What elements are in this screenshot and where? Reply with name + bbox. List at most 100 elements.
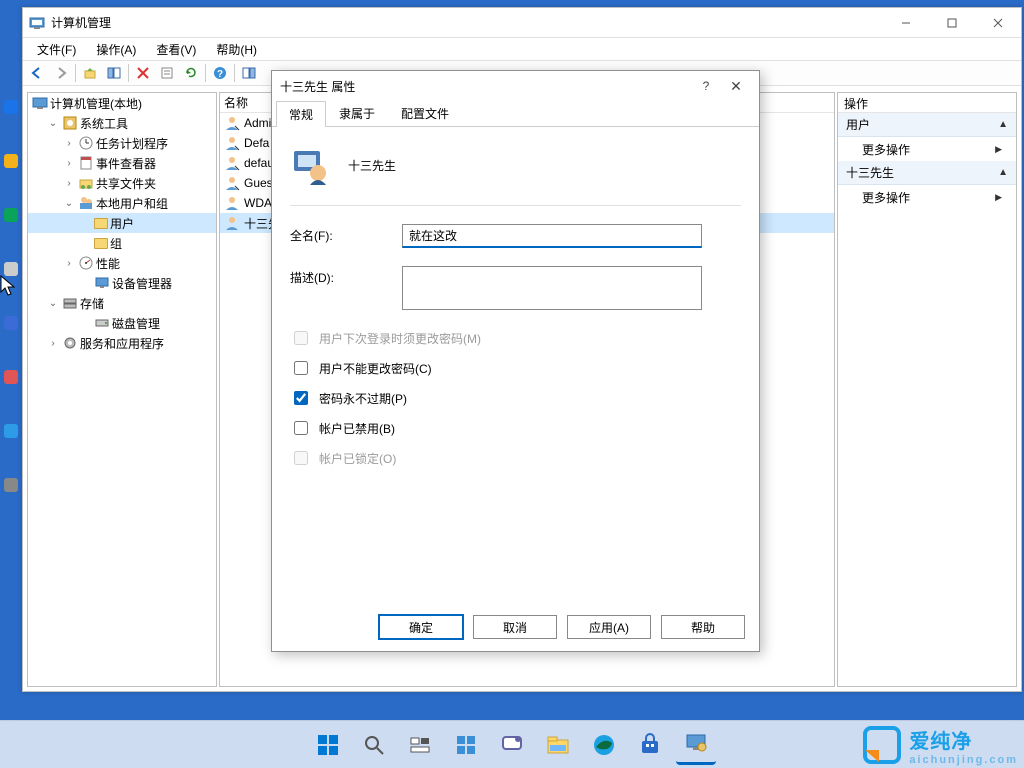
minimize-button[interactable] (883, 8, 929, 37)
tree-performance[interactable]: › 性能 (28, 253, 216, 273)
chat-button[interactable] (492, 725, 532, 765)
fullname-input[interactable] (402, 224, 702, 248)
column-name[interactable]: 名称 (224, 94, 248, 111)
desktop-shortcut[interactable] (4, 262, 18, 276)
tree-label: 存储 (80, 295, 104, 312)
list-item-label: defau (244, 156, 274, 170)
tab-member-of[interactable]: 隶属于 (326, 100, 388, 126)
checkbox-label: 用户下次登录时须更改密码(M) (319, 330, 481, 347)
tree-label: 性能 (96, 255, 120, 272)
dialog-help-button[interactable]: ? (691, 79, 721, 93)
tree-storage[interactable]: ⌄ 存储 (28, 293, 216, 313)
submenu-arrow-icon: ▶ (995, 144, 1002, 155)
apply-button[interactable]: 应用(A) (567, 615, 651, 639)
edge-button[interactable] (584, 725, 624, 765)
collapse-icon[interactable]: ⌄ (62, 198, 76, 209)
collapse-arrow-icon[interactable]: ▲ (998, 119, 1008, 130)
tree-disk-management[interactable]: 磁盘管理 (28, 313, 216, 333)
action-more-users[interactable]: 更多操作 ▶ (838, 137, 1016, 161)
watermark-icon (861, 724, 903, 766)
folder-icon (94, 218, 108, 229)
menu-action[interactable]: 操作(A) (86, 39, 146, 60)
dialog-titlebar[interactable]: 十三先生 属性 ? ✕ (272, 71, 759, 101)
tree-users[interactable]: 用户 (28, 213, 216, 233)
tab-profile[interactable]: 配置文件 (388, 100, 462, 126)
checkbox[interactable] (294, 421, 308, 435)
forward-button[interactable] (49, 62, 73, 84)
titlebar[interactable]: 计算机管理 (23, 8, 1021, 38)
window-title: 计算机管理 (51, 14, 883, 31)
expand-icon[interactable]: › (62, 138, 76, 149)
close-button[interactable] (975, 8, 1021, 37)
description-input[interactable] (402, 266, 702, 310)
tree-device-manager[interactable]: 设备管理器 (28, 273, 216, 293)
desktop-shortcut[interactable] (4, 208, 18, 222)
tab-general[interactable]: 常规 (276, 101, 326, 127)
desktop-shortcut[interactable] (4, 100, 18, 114)
desktop-shortcut[interactable] (4, 316, 18, 330)
desktop-shortcut[interactable] (4, 478, 18, 492)
user-properties-dialog: 十三先生 属性 ? ✕ 常规 隶属于 配置文件 十三先生 全名(F): 描述(D… (271, 70, 760, 652)
delete-button[interactable] (131, 62, 155, 84)
checkbox[interactable] (294, 361, 308, 375)
maximize-button[interactable] (929, 8, 975, 37)
back-button[interactable] (25, 62, 49, 84)
help-button[interactable]: ? (208, 62, 232, 84)
dialog-close-button[interactable]: ✕ (721, 78, 751, 95)
expand-icon[interactable]: › (62, 158, 76, 169)
checkbox (294, 331, 308, 345)
widgets-button[interactable] (446, 725, 486, 765)
action-more-selected[interactable]: 更多操作 ▶ (838, 185, 1016, 209)
up-button[interactable] (78, 62, 102, 84)
task-view-button[interactable] (400, 725, 440, 765)
collapse-arrow-icon[interactable]: ▲ (998, 167, 1008, 178)
tree-pane[interactable]: 计算机管理(本地) ⌄ 系统工具 › 任务计划程序 › 事件查看器 › (27, 92, 217, 687)
expand-icon[interactable]: › (62, 178, 76, 189)
refresh-button[interactable] (179, 62, 203, 84)
collapse-icon[interactable]: ⌄ (46, 118, 60, 129)
desktop-shortcut[interactable] (4, 154, 18, 168)
desktop-shortcut[interactable] (4, 370, 18, 384)
computer-management-taskbar-icon[interactable] (676, 725, 716, 765)
collapse-icon[interactable]: ⌄ (46, 298, 60, 309)
expand-icon[interactable]: › (62, 258, 76, 269)
tree-local-users-groups[interactable]: ⌄ 本地用户和组 (28, 193, 216, 213)
actions-band-selected-user[interactable]: 十三先生 ▲ (838, 161, 1016, 185)
watermark-brand: 爱纯净 (909, 731, 972, 753)
checkbox-label: 密码永不过期(P) (319, 390, 407, 407)
actions-band-users[interactable]: 用户 ▲ (838, 113, 1016, 137)
menu-view[interactable]: 查看(V) (146, 39, 206, 60)
checkbox[interactable] (294, 391, 308, 405)
expand-icon[interactable]: › (46, 338, 60, 349)
show-hide-action-pane-button[interactable] (237, 62, 261, 84)
desktop-shortcut[interactable] (4, 424, 18, 438)
chk-cannot-change-password[interactable]: 用户不能更改密码(C) (290, 358, 741, 378)
tree-services-apps[interactable]: › 服务和应用程序 (28, 333, 216, 353)
tree-label: 磁盘管理 (112, 315, 160, 332)
tree-groups[interactable]: 组 (28, 233, 216, 253)
tree-system-tools[interactable]: ⌄ 系统工具 (28, 113, 216, 133)
menubar: 文件(F) 操作(A) 查看(V) 帮助(H) (23, 38, 1021, 60)
band-label: 十三先生 (846, 164, 894, 181)
ok-button[interactable]: 确定 (379, 615, 463, 639)
tree-shared-folders[interactable]: › 共享文件夹 (28, 173, 216, 193)
band-label: 用户 (846, 116, 870, 133)
chk-password-never-expires[interactable]: 密码永不过期(P) (290, 388, 741, 408)
tree-task-scheduler[interactable]: › 任务计划程序 (28, 133, 216, 153)
menu-file[interactable]: 文件(F) (27, 39, 86, 60)
dialog-help-button[interactable]: 帮助 (661, 615, 745, 639)
tree-root[interactable]: 计算机管理(本地) (28, 93, 216, 113)
cancel-button[interactable]: 取消 (473, 615, 557, 639)
search-button[interactable] (354, 725, 394, 765)
show-hide-tree-button[interactable] (102, 62, 126, 84)
menu-help[interactable]: 帮助(H) (206, 39, 267, 60)
actions-title: 操作 (838, 93, 1016, 113)
start-button[interactable] (308, 725, 348, 765)
file-explorer-button[interactable] (538, 725, 578, 765)
properties-button[interactable] (155, 62, 179, 84)
chk-account-disabled[interactable]: 帐户已禁用(B) (290, 418, 741, 438)
tree-event-viewer[interactable]: › 事件查看器 (28, 153, 216, 173)
store-button[interactable] (630, 725, 670, 765)
folder-icon (94, 238, 108, 249)
action-label: 更多操作 (862, 189, 910, 206)
